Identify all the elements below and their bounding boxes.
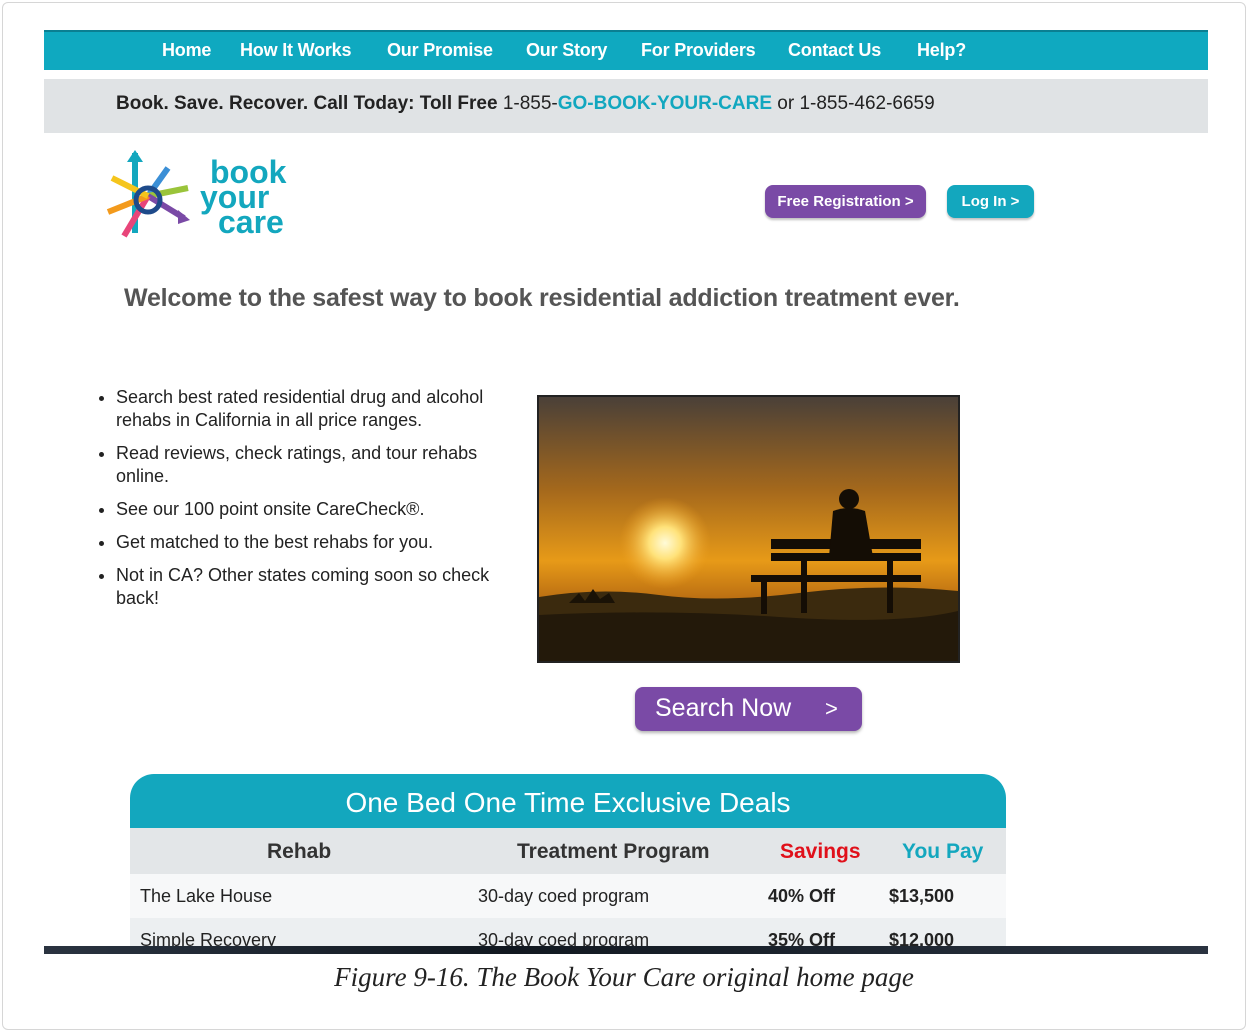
feature-item: Not in CA? Other states coming soon so c… [116,564,496,610]
rehab-name: The Lake House [140,886,273,906]
feature-item: Read reviews, check ratings, and tour re… [116,442,496,488]
column-you-pay: You Pay [902,840,984,863]
log-in-button[interactable]: Log In > [947,185,1034,218]
savings-value: 40% Off [768,886,836,906]
feature-item: Search best rated residential drug and a… [116,386,496,432]
logo-wordmark: book your care [200,156,286,238]
price-value: $13,500 [889,886,955,906]
table-row[interactable]: The Lake House 30-day coed program 40% O… [130,874,1006,918]
deals-title: One Bed One Time Exclusive Deals [130,774,1006,828]
figure-caption: Figure 9-16. The Book Your Care original… [334,962,914,992]
nav-contact-us-link[interactable]: Contact Us [788,40,881,61]
feature-item: Get matched to the best rehabs for you. [116,531,496,554]
sunset-bench-photo [537,395,960,663]
column-savings: Savings [780,840,861,863]
nav-our-story-link[interactable]: Our Story [526,40,607,61]
nav-our-promise-link[interactable]: Our Promise [387,40,493,61]
nav-home-link[interactable]: Home [162,40,211,61]
welcome-heading: Welcome to the safest way to book reside… [124,284,960,312]
call-prefix: Book. Save. Recover. Call Today: Toll Fr… [116,93,498,114]
chevron-right-icon: > [825,696,838,721]
phone-alt: or 1-855-462-6659 [777,93,935,114]
top-navigation: Home How It Works Our Promise Our Story … [44,30,1208,70]
call-info-bar: Book. Save. Recover. Call Today: Toll Fr… [44,79,1208,133]
nav-help-link[interactable]: Help? [917,40,966,61]
phone-prefix: 1-855- [502,93,558,114]
search-now-button[interactable]: Search Now > [635,687,862,731]
nav-how-it-works-link[interactable]: How It Works [240,40,351,61]
column-treatment-program: Treatment Program [517,840,710,863]
phone-vanity: GO-BOOK-YOUR-CARE [557,93,773,114]
website-screenshot: Home How It Works Our Promise Our Story … [44,30,1208,954]
feature-item: See our 100 point onsite CareCheck®. [116,498,496,521]
program-name: 30-day coed program [478,886,650,906]
column-rehab: Rehab [267,840,332,863]
call-info-text: Book. Save. Recover. Call Today: Toll Fr… [116,93,935,115]
feature-list: Search best rated residential drug and a… [88,386,496,620]
nav-for-providers-link[interactable]: For Providers [641,40,756,61]
browser-bottom-edge [44,946,1208,954]
search-now-label: Search Now [655,694,792,722]
deals-column-headers: Rehab Treatment Program Savings You Pay [130,828,1006,874]
book-your-care-logo-icon [106,150,190,238]
free-registration-button[interactable]: Free Registration > [765,185,926,218]
